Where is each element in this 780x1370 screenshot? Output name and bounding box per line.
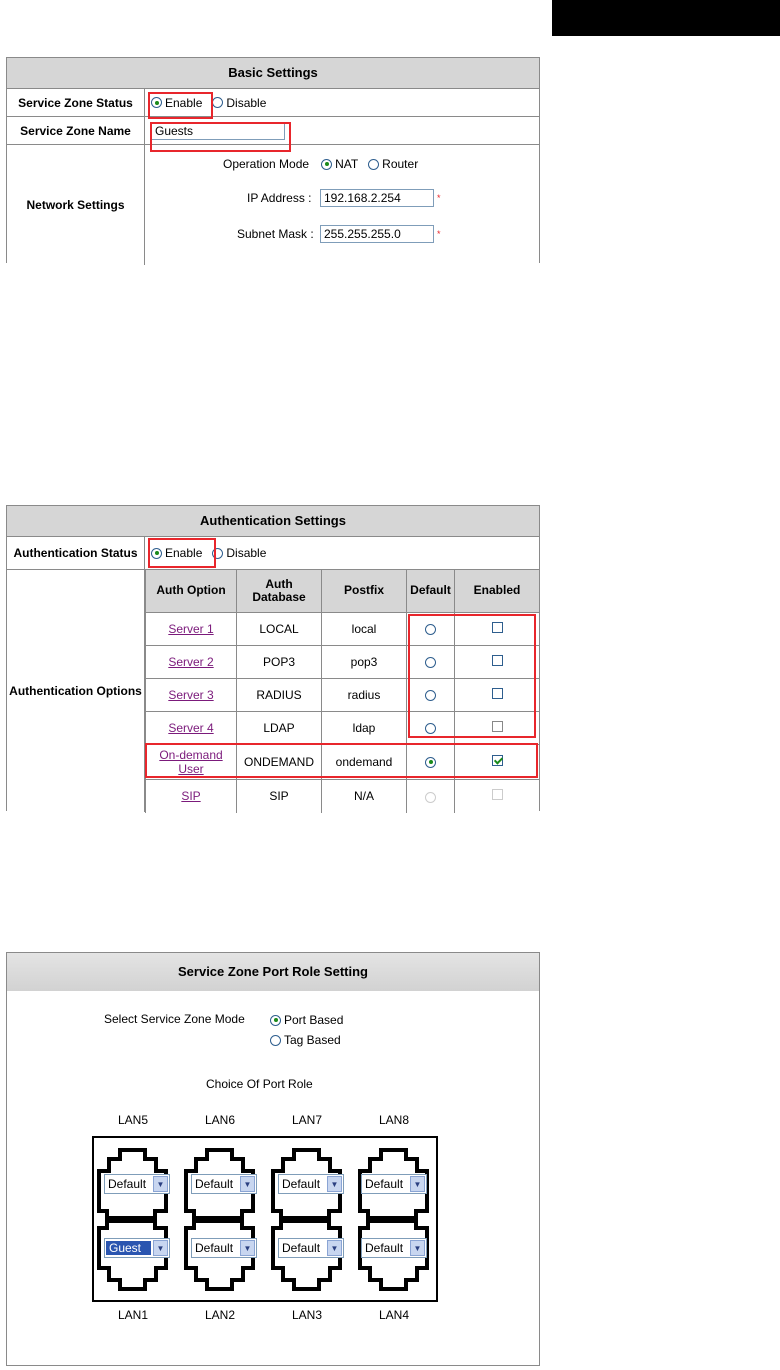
highlight-auth-enable bbox=[148, 538, 216, 568]
lan3-role-select[interactable]: Default ▼ bbox=[278, 1238, 344, 1258]
lan6-role-select[interactable]: Default ▼ bbox=[191, 1174, 257, 1194]
col-enabled: Enabled bbox=[454, 570, 539, 613]
lan8-role-select[interactable]: Default ▼ bbox=[361, 1174, 427, 1194]
nat-radio[interactable]: NAT bbox=[321, 157, 358, 171]
dropdown-arrow-icon: ▼ bbox=[327, 1176, 342, 1192]
lan7-label: LAN7 bbox=[291, 1113, 323, 1127]
highlight-server-options bbox=[408, 614, 536, 738]
lan1-role-select[interactable]: Guest ▼ bbox=[104, 1238, 170, 1258]
radio-empty-icon bbox=[212, 97, 224, 108]
dropdown-arrow-icon: ▼ bbox=[240, 1176, 255, 1192]
subnet-mask-input[interactable]: 255.255.255.0 bbox=[320, 225, 434, 243]
port-panel-frame bbox=[92, 1136, 438, 1302]
authentication-status-label: Authentication Status bbox=[7, 537, 145, 569]
dropdown-arrow-icon: ▼ bbox=[327, 1240, 342, 1256]
dropdown-arrow-icon: ▼ bbox=[240, 1240, 255, 1256]
authentication-settings-title: Authentication Settings bbox=[7, 506, 539, 537]
lan7-role-select[interactable]: Default ▼ bbox=[278, 1174, 344, 1194]
sip-link[interactable]: SIP bbox=[181, 789, 200, 803]
default-radio-sip bbox=[425, 791, 436, 803]
select-mode-label: Select Service Zone Mode bbox=[104, 1012, 245, 1026]
service-zone-name-label: Service Zone Name bbox=[7, 117, 145, 144]
service-zone-status-label: Service Zone Status bbox=[7, 89, 145, 116]
network-settings-label: Network Settings bbox=[7, 145, 145, 265]
port-role-title: Service Zone Port Role Setting bbox=[7, 953, 539, 991]
enabled-checkbox-sip bbox=[491, 789, 503, 801]
lan1-label: LAN1 bbox=[117, 1308, 149, 1322]
col-auth-database: Auth Database bbox=[236, 570, 322, 613]
required-mark: * bbox=[437, 193, 441, 203]
lan4-role-select[interactable]: Default ▼ bbox=[361, 1238, 427, 1258]
server-4-link[interactable]: Server 4 bbox=[168, 721, 213, 735]
disable-radio[interactable]: Disable bbox=[212, 96, 266, 110]
lan2-label: LAN2 bbox=[204, 1308, 236, 1322]
authentication-options-label: Authentication Options bbox=[7, 570, 145, 812]
lan3-label: LAN3 bbox=[291, 1308, 323, 1322]
dropdown-arrow-icon: ▼ bbox=[153, 1176, 168, 1192]
basic-settings-panel: Basic Settings Service Zone Status Enabl… bbox=[6, 57, 540, 265]
subnet-mask-label: Subnet Mask : bbox=[237, 227, 314, 241]
radio-selected-icon bbox=[321, 158, 333, 170]
lan8-label: LAN8 bbox=[378, 1113, 410, 1127]
choice-of-port-role-label: Choice Of Port Role bbox=[206, 1077, 313, 1091]
radio-empty-icon bbox=[270, 1034, 281, 1046]
dropdown-arrow-icon: ▼ bbox=[153, 1240, 168, 1256]
ip-address-label: IP Address : bbox=[247, 191, 312, 205]
lan5-label: LAN5 bbox=[117, 1113, 149, 1127]
server-1-link[interactable]: Server 1 bbox=[168, 622, 213, 636]
lan6-label: LAN6 bbox=[204, 1113, 236, 1127]
table-row: SIP SIP N/A bbox=[145, 779, 539, 813]
col-auth-option: Auth Option bbox=[145, 570, 237, 613]
ip-address-input[interactable]: 192.168.2.254 bbox=[320, 189, 434, 207]
router-radio[interactable]: Router bbox=[368, 157, 418, 171]
server-3-link[interactable]: Server 3 bbox=[168, 688, 213, 702]
required-mark: * bbox=[437, 229, 441, 239]
radio-empty-icon bbox=[368, 158, 380, 170]
col-default: Default bbox=[406, 570, 455, 613]
radio-selected-icon bbox=[270, 1014, 281, 1026]
dropdown-arrow-icon: ▼ bbox=[410, 1240, 425, 1256]
lan4-label: LAN4 bbox=[378, 1308, 410, 1322]
server-2-link[interactable]: Server 2 bbox=[168, 655, 213, 669]
operation-mode-label: Operation Mode bbox=[223, 157, 310, 171]
lan5-role-select[interactable]: Default ▼ bbox=[104, 1174, 170, 1194]
highlight-zone-name bbox=[150, 122, 291, 152]
header-black-tab bbox=[552, 0, 780, 36]
basic-settings-title: Basic Settings bbox=[7, 58, 539, 89]
port-based-radio[interactable]: Port Based bbox=[270, 1013, 343, 1027]
col-postfix: Postfix bbox=[321, 570, 407, 613]
lan2-role-select[interactable]: Default ▼ bbox=[191, 1238, 257, 1258]
dropdown-arrow-icon: ▼ bbox=[410, 1176, 425, 1192]
highlight-enable bbox=[148, 92, 213, 119]
auth-disable-radio[interactable]: Disable bbox=[212, 546, 266, 560]
tag-based-radio[interactable]: Tag Based bbox=[270, 1033, 341, 1047]
highlight-on-demand-row bbox=[145, 743, 538, 778]
